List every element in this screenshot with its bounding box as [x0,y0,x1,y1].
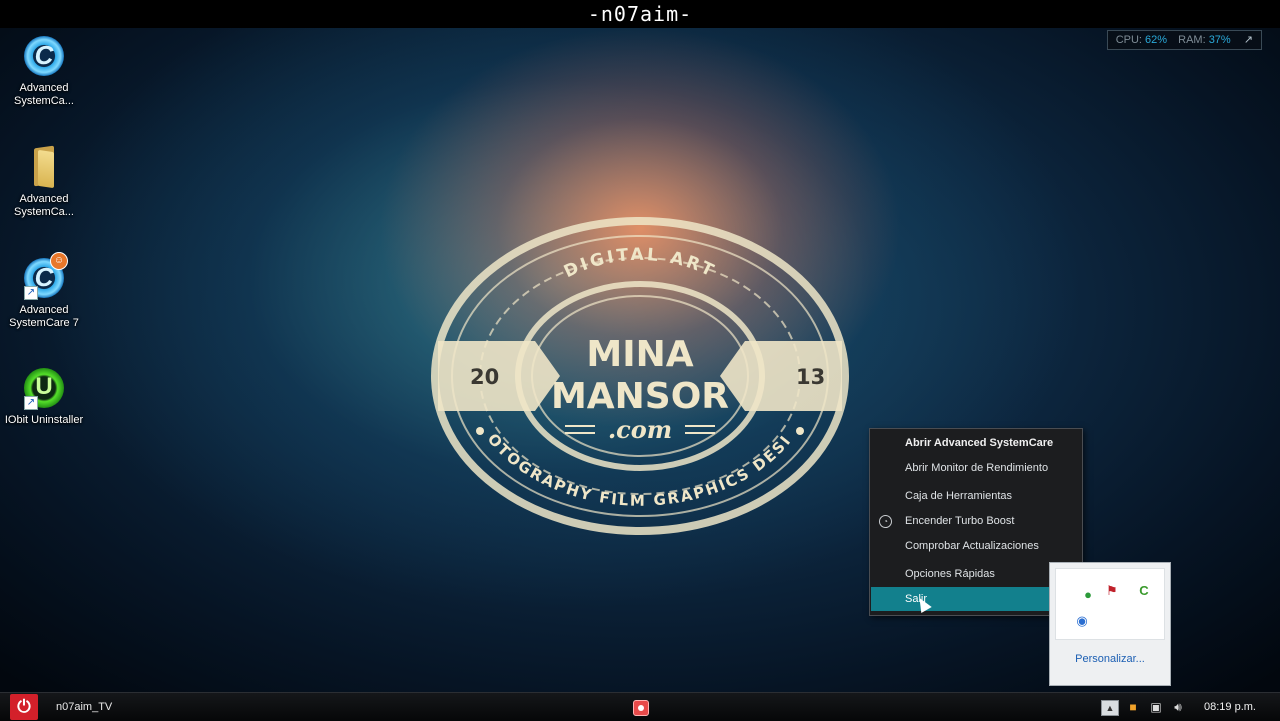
chevron-up-icon: ▲ [1105,703,1115,713]
ram-value: 37% [1208,34,1231,46]
desktop-icon-advanced-systemcare-folder[interactable]: Advanced SystemCa... [0,145,88,219]
expand-arrow-icon[interactable]: ↗ [1244,34,1253,46]
menu-item-check-updates[interactable]: Comprobar Actualizaciones [871,534,1081,558]
desktop-icon-label: Advanced SystemCa... [14,193,74,218]
volume-icon[interactable]: 🔊︎ [1170,699,1186,715]
shortcut-arrow-icon: ↗ [24,396,38,410]
desktop-icon-label: Advanced SystemCare 7 [9,304,79,329]
desktop-icon-advanced-systemcare-7[interactable]: C ☺ ↗ Advanced SystemCare 7 [0,252,88,330]
logo-top-text: DIGITAL ART [561,245,719,282]
window-title-bar: -n07aim- [0,0,1280,28]
cpu-label: CPU: [1115,34,1142,46]
power-button[interactable]: ⏻ [10,694,38,720]
smiley-badge-icon: ☺ [50,252,68,270]
logo-domain: .com [608,415,672,444]
systemcare-tray-icon[interactable]: C [1136,583,1152,599]
menu-item-toolbox[interactable]: Caja de Herramientas [871,484,1081,508]
wallpaper-logo: 20 13 DIGITAL ART MINA MANSOR .com PHOTO… [430,216,849,535]
advanced-systemcare-icon: C [22,34,66,78]
power-icon: ⏻ [17,697,31,716]
cpu-value: 62% [1145,34,1168,46]
turbo-boost-icon: ◔ [879,515,892,528]
logo-name-line2: MANSOR [551,376,729,417]
tray-overflow-popup: ● ⚑ C ◉ Personalizar... [1049,562,1171,686]
system-clock[interactable]: 08:19 p.m. [1204,693,1256,721]
tray-icon-area: ● ⚑ C ◉ [1055,568,1165,640]
iobit-uninstaller-icon: U ↗ [22,366,66,410]
logo-year-right: 13 [796,365,825,389]
windows-flag-icon[interactable]: ■ [1125,699,1141,715]
desktop-icon-advanced-systemcare[interactable]: C Advanced SystemCa... [0,34,88,108]
desktop-icon-iobit-uninstaller[interactable]: U ↗ IObit Uninstaller [0,366,88,427]
desktop-icon-label: Advanced SystemCa... [14,82,74,107]
folder-icon [22,145,66,189]
menu-item-open-performance-monitor[interactable]: Abrir Monitor de Rendimiento [871,456,1081,480]
username-label: n07aim_TV [56,701,113,713]
desktop[interactable]: CPU: 62% RAM: 37% ↗ C Advanced SystemCa..… [0,28,1280,692]
show-hidden-icons-button[interactable]: ▲ [1101,700,1119,716]
shortcut-arrow-icon: ↗ [24,286,38,300]
advanced-systemcare-7-icon: C ☺ ↗ [22,252,68,300]
iobit-tray-icon[interactable]: ◉ [1074,613,1090,629]
network-icon[interactable]: ▣ [1148,699,1164,715]
logo-name-line1: MINA [586,334,693,375]
logo-year-left: 20 [470,365,499,389]
menu-item-turbo-boost[interactable]: ◔ Encender Turbo Boost [871,509,1081,533]
performance-monitor-widget[interactable]: CPU: 62% RAM: 37% ↗ [1106,30,1262,50]
green-tray-icon[interactable]: ● [1080,587,1096,603]
customize-link[interactable]: Personalizar... [1050,653,1170,665]
action-center-flag-icon[interactable]: ⚑ [1104,583,1120,599]
taskbar: ⏻ n07aim_TV ▲ ■ ▣ 🔊︎ 08:19 p.m. [0,692,1280,721]
ram-label: RAM: [1178,34,1206,46]
recording-app-icon[interactable] [633,700,649,716]
desktop-icon-label: IObit Uninstaller [4,414,84,426]
menu-item-open-systemcare[interactable]: Abrir Advanced SystemCare [871,431,1081,455]
window-title: -n07aim- [587,2,693,26]
